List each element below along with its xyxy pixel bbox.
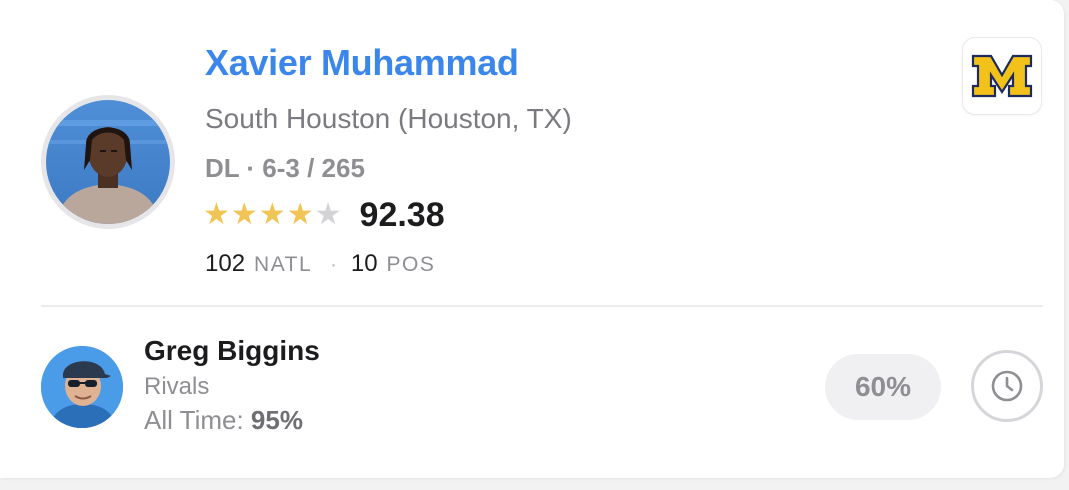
prediction-history-button[interactable] xyxy=(971,350,1043,422)
analyst-avatar[interactable] xyxy=(41,346,123,428)
clock-icon xyxy=(991,370,1023,402)
analyst-name[interactable]: Greg Biggins xyxy=(144,335,320,367)
all-time-value: 95% xyxy=(250,405,303,435)
analyst-organization: Rivals xyxy=(144,373,210,400)
section-divider xyxy=(41,305,1043,307)
player-school: South Houston (Houston, TX) xyxy=(205,103,572,134)
analyst-photo xyxy=(41,346,123,428)
all-time-accuracy: All Time: 95% xyxy=(144,405,303,436)
star-filled-icon: ★ xyxy=(203,198,230,231)
rankings: 102 NATL · 10 POS xyxy=(205,250,435,278)
all-time-label: All Time: xyxy=(144,405,244,435)
team-logo-button[interactable] xyxy=(963,38,1041,114)
rating-row: ★ ★ ★ ★ ★ 92.38 xyxy=(203,193,445,237)
player-avatar[interactable] xyxy=(41,95,175,229)
star-filled-icon: ★ xyxy=(286,198,314,231)
player-position-size: DL · 6-3 / 265 xyxy=(205,153,365,183)
star-filled-icon: ★ xyxy=(230,198,258,231)
player-name[interactable]: Xavier Muhammad xyxy=(205,42,519,84)
recruit-card: Xavier Muhammad South Houston (Houston, … xyxy=(0,0,1064,478)
rank-separator: · xyxy=(330,254,337,276)
michigan-block-m-icon xyxy=(971,54,1033,98)
position-rank: 10 xyxy=(350,250,378,277)
player-rating: 92.38 xyxy=(359,195,445,234)
national-rank-label: NATL xyxy=(254,253,313,276)
national-rank: 102 xyxy=(205,250,246,277)
confidence-pill[interactable]: 60% xyxy=(825,354,941,420)
position-rank-label: POS xyxy=(386,253,436,276)
star-rating: ★ ★ ★ ★ ★ xyxy=(203,200,342,230)
player-photo xyxy=(46,100,170,224)
star-filled-icon: ★ xyxy=(258,198,286,231)
star-empty-icon: ★ xyxy=(314,198,342,231)
